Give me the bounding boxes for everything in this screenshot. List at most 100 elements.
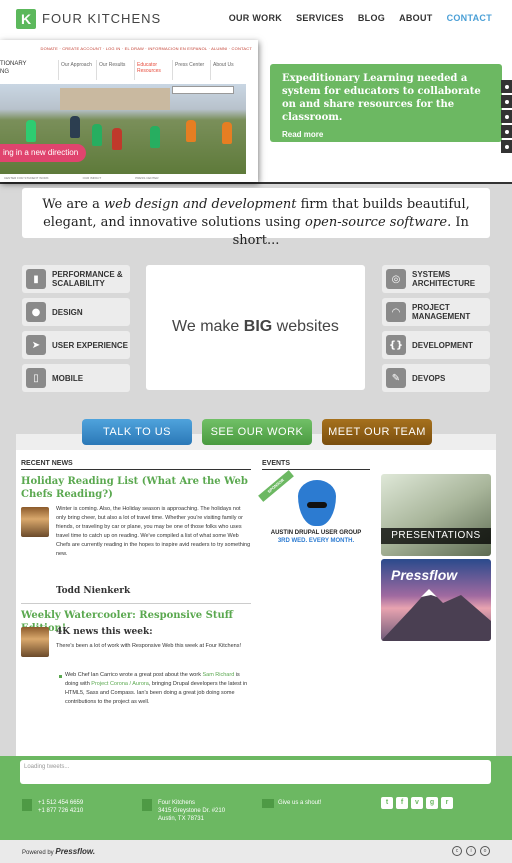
palette-icon: ● — [26, 302, 46, 322]
service-label: USER EXPERIENCE — [52, 340, 129, 350]
four-kitchens-logo-icon[interactable]: K — [16, 9, 36, 29]
service-devops[interactable]: ✎ DEVOPS — [382, 364, 490, 392]
slide-dot[interactable] — [501, 80, 512, 93]
service-mobile[interactable]: ▯ MOBILE — [22, 364, 130, 392]
bullet-icon — [59, 675, 62, 678]
powered-prefix: Powered by — [22, 850, 56, 856]
tweets-box: Loading tweets... — [20, 760, 491, 784]
address-line: 3415 Greystone Dr. #210 — [158, 808, 226, 814]
service-project-management[interactable]: ◠ PROJECT MANAGEMENT — [382, 298, 490, 326]
big-suffix: websites — [272, 318, 339, 335]
big-strong: BIG — [243, 318, 273, 335]
post-bullet-text: Web Chef Ian Carrico wrote a great post … — [65, 671, 251, 707]
big-prefix: We make — [172, 318, 244, 335]
nav-contact[interactable]: CONTACT — [447, 13, 492, 23]
tagline-emphasis: web design and development — [104, 197, 297, 212]
nav-blog[interactable]: BLOG — [358, 13, 385, 23]
screenshot-nav-item: Our Results — [96, 60, 134, 80]
vimeo-icon[interactable]: v — [411, 797, 423, 809]
main-nav: OUR WORK SERVICES BLOG ABOUT CONTACT — [229, 13, 492, 23]
slide-dot[interactable] — [501, 110, 512, 123]
big-websites-panel: We make BIG websites — [146, 265, 365, 390]
talk-to-us-button[interactable]: TALK TO US — [82, 419, 192, 445]
screenshot-footer-item: CENTER FOR STUDENT WORK — [4, 176, 49, 180]
screenshot-nav-item: About Us — [210, 60, 248, 80]
github-icon[interactable]: g — [426, 797, 438, 809]
promo-card: Expeditionary Learning needed a system f… — [270, 64, 502, 142]
event-title: AUSTIN DRUPAL USER GROUP — [270, 530, 362, 536]
slide-dot[interactable] — [501, 95, 512, 108]
wrench-icon: ✎ — [386, 368, 406, 388]
service-label: DEVOPS — [412, 373, 446, 383]
tagline-emphasis: open-source software. — [304, 215, 452, 230]
service-label: MOBILE — [52, 373, 84, 383]
project-screenshot[interactable]: DONATE · CREATE ACCOUNT · LOG IN · EL DR… — [0, 40, 258, 182]
child-figure — [70, 116, 80, 138]
child-figure — [26, 120, 36, 142]
cc-sa-icon[interactable]: o — [480, 846, 490, 856]
address-line: Austin, TX 78731 — [158, 816, 204, 822]
nav-services[interactable]: SERVICES — [296, 13, 344, 23]
sunglasses-icon — [307, 502, 327, 508]
service-performance[interactable]: ▮ PERFORMANCE & SCALABILITY — [22, 265, 130, 293]
child-figure — [92, 124, 102, 146]
bullet-text: Web Chef Ian Carrico wrote a great post … — [65, 672, 203, 678]
post-title[interactable]: Holiday Reading List (What Are the Web C… — [21, 475, 253, 501]
nav-about[interactable]: ABOUT — [399, 13, 433, 23]
pressflow-label: Pressflow — [391, 567, 458, 583]
shout-link[interactable]: Give us a shout! — [278, 799, 321, 807]
screenshot-footer: CENTER FOR STUDENT WORK OUR IMPACT PRESS… — [0, 176, 246, 182]
slide-pager — [501, 80, 512, 153]
presentations-label: PRESENTATIONS — [381, 528, 491, 544]
presentations-tile[interactable]: PRESENTATIONS — [381, 474, 491, 556]
bars-icon: ▮ — [26, 269, 46, 289]
screenshot-nav-item: Educator Resources — [134, 60, 172, 80]
author-avatar — [21, 627, 49, 657]
service-label: PERFORMANCE & SCALABILITY — [52, 270, 123, 288]
mobile-icon: ▯ — [26, 368, 46, 388]
powered-by: Powered by Pressflow. — [22, 847, 95, 856]
author-avatar — [21, 507, 49, 537]
post-author[interactable]: Todd Nienkerk — [56, 586, 130, 596]
address: Four Kitchens 3415 Greystone Dr. #210 Au… — [158, 799, 225, 823]
slide-dot[interactable] — [501, 125, 512, 138]
building-icon — [142, 799, 152, 811]
read-more-link[interactable]: Read more — [282, 130, 490, 139]
event-austin-drupal[interactable]: SPONSOR AUSTIN DRUPAL USER GROUP 3RD WED… — [258, 470, 370, 554]
cursor-icon: ➤ — [26, 335, 46, 355]
screenshot-nav-item: Press Center — [172, 60, 210, 80]
cc-license-icon[interactable]: c — [452, 846, 462, 856]
phone-numbers: +1 512 454 6659 +1 877 726 4210 — [38, 799, 83, 815]
site-title[interactable]: FOUR KITCHENS — [42, 11, 161, 26]
cc-by-icon[interactable]: i — [466, 846, 476, 856]
service-design[interactable]: ● DESIGN — [22, 298, 130, 326]
meet-our-team-button[interactable]: MEET OUR TEAM — [322, 419, 432, 445]
screenshot-footer-item: OUR IMPACT — [82, 176, 102, 180]
post-body: Winter is coming. Also, the Holiday seas… — [56, 506, 251, 557]
screenshot-footer-item: PRESS CENTER — [135, 176, 159, 180]
events-heading: EVENTS — [262, 460, 370, 470]
rss-icon[interactable]: r — [441, 797, 453, 809]
sam-richard-link[interactable]: Sam Richard — [202, 672, 234, 678]
phone-1[interactable]: +1 512 454 6659 — [38, 799, 83, 807]
screenshot-nav: Our Approach Our Results Educator Resour… — [58, 60, 248, 80]
service-user-experience[interactable]: ➤ USER EXPERIENCE — [22, 331, 130, 359]
pressflow-logo[interactable]: Pressflow. — [55, 847, 95, 856]
project-corona-link[interactable]: Project Corona / Aurora — [91, 681, 148, 687]
pressflow-tile[interactable]: Pressflow — [381, 559, 491, 641]
see-our-work-button[interactable]: SEE OUR WORK — [202, 419, 312, 445]
service-development[interactable]: {} DEVELOPMENT — [382, 331, 490, 359]
service-label: PROJECT MANAGEMENT — [412, 303, 471, 321]
nav-our-work[interactable]: OUR WORK — [229, 13, 282, 23]
recent-news-heading: RECENT NEWS — [21, 460, 251, 470]
service-systems-architecture[interactable]: ◎ SYSTEMS ARCHITECTURE — [382, 265, 490, 293]
flickr-icon[interactable]: f — [396, 797, 408, 809]
slide-dot[interactable] — [501, 140, 512, 153]
phone-2[interactable]: +1 877 726 4210 — [38, 807, 83, 815]
twitter-icon[interactable]: t — [381, 797, 393, 809]
screenshot-logo: TIONARY NG — [0, 61, 27, 75]
divider — [21, 603, 251, 604]
phone-icon — [22, 799, 32, 811]
service-label: SYSTEMS ARCHITECTURE — [412, 270, 476, 288]
screenshot-nav-item: Our Approach — [58, 60, 96, 80]
